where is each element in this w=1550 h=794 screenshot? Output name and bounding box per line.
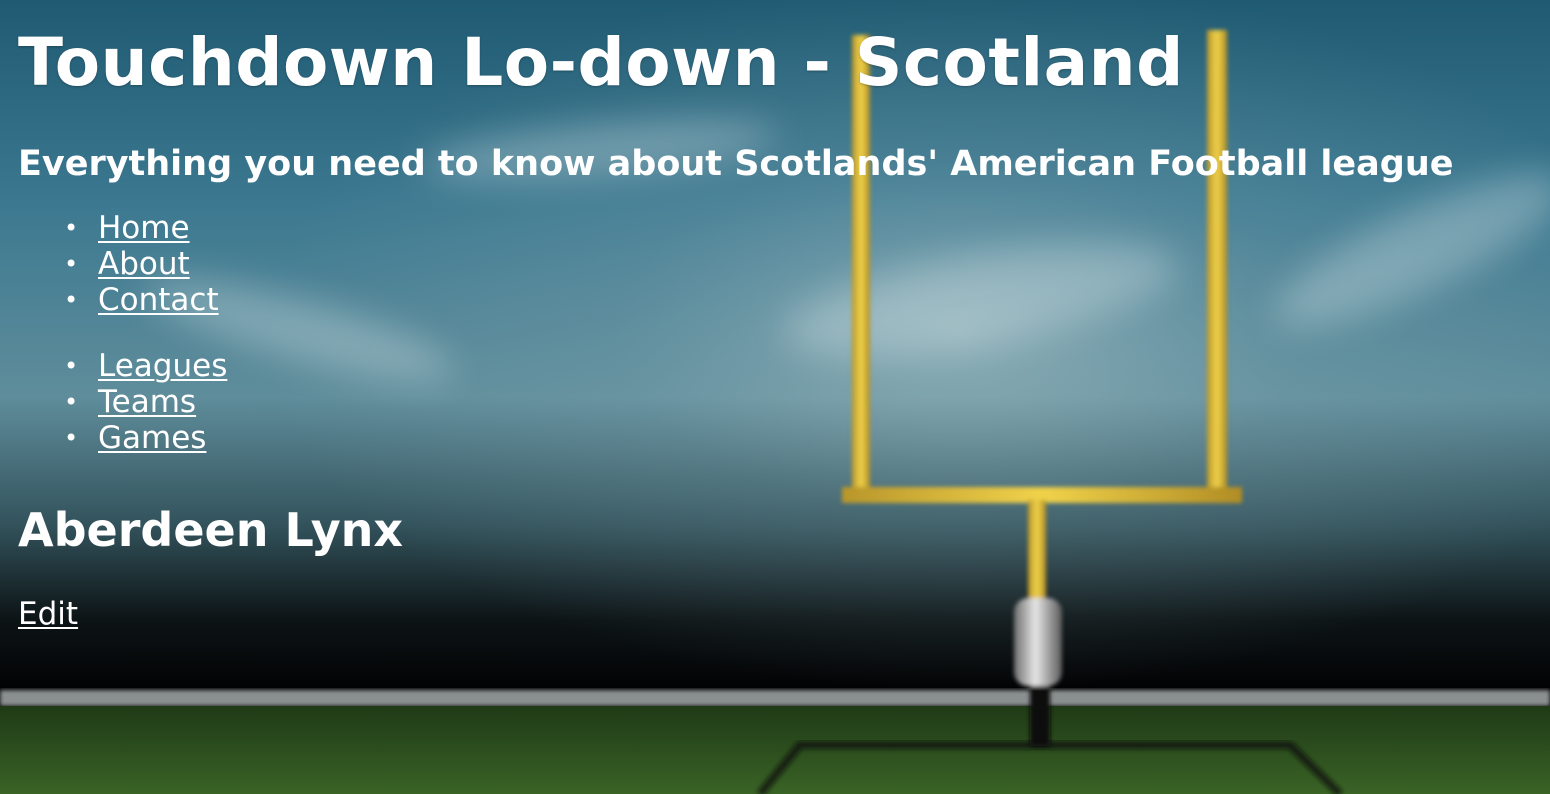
bullet-icon: • bbox=[64, 250, 79, 278]
nav-link-contact[interactable]: Contact bbox=[98, 282, 219, 318]
nav-item-games: • Games bbox=[64, 420, 1550, 456]
nav-item-contact: • Contact bbox=[64, 282, 1550, 318]
nav-link-leagues[interactable]: Leagues bbox=[98, 348, 227, 384]
team-name-heading: Aberdeen Lynx bbox=[18, 503, 404, 557]
nav-link-about[interactable]: About bbox=[98, 246, 190, 282]
bullet-icon: • bbox=[64, 352, 79, 380]
edit-team-link[interactable]: Edit bbox=[18, 596, 78, 632]
primary-nav-list: • Home • About • Contact bbox=[18, 210, 1550, 318]
nav-item-about: • About bbox=[64, 246, 1550, 282]
secondary-nav-list: • Leagues • Teams • Games bbox=[18, 348, 1550, 456]
bullet-icon: • bbox=[64, 214, 79, 242]
bullet-icon: • bbox=[64, 424, 79, 452]
bullet-icon: • bbox=[64, 388, 79, 416]
nav-item-leagues: • Leagues bbox=[64, 348, 1550, 384]
nav-link-games[interactable]: Games bbox=[98, 420, 206, 456]
nav-item-home: • Home bbox=[64, 210, 1550, 246]
site-title: Touchdown Lo-down - Scotland bbox=[18, 24, 1184, 101]
bullet-icon: • bbox=[64, 286, 79, 314]
site-subtitle: Everything you need to know about Scotla… bbox=[18, 144, 1454, 184]
nav-link-home[interactable]: Home bbox=[98, 210, 190, 246]
nav-item-teams: • Teams bbox=[64, 384, 1550, 420]
nav-link-teams[interactable]: Teams bbox=[98, 384, 196, 420]
